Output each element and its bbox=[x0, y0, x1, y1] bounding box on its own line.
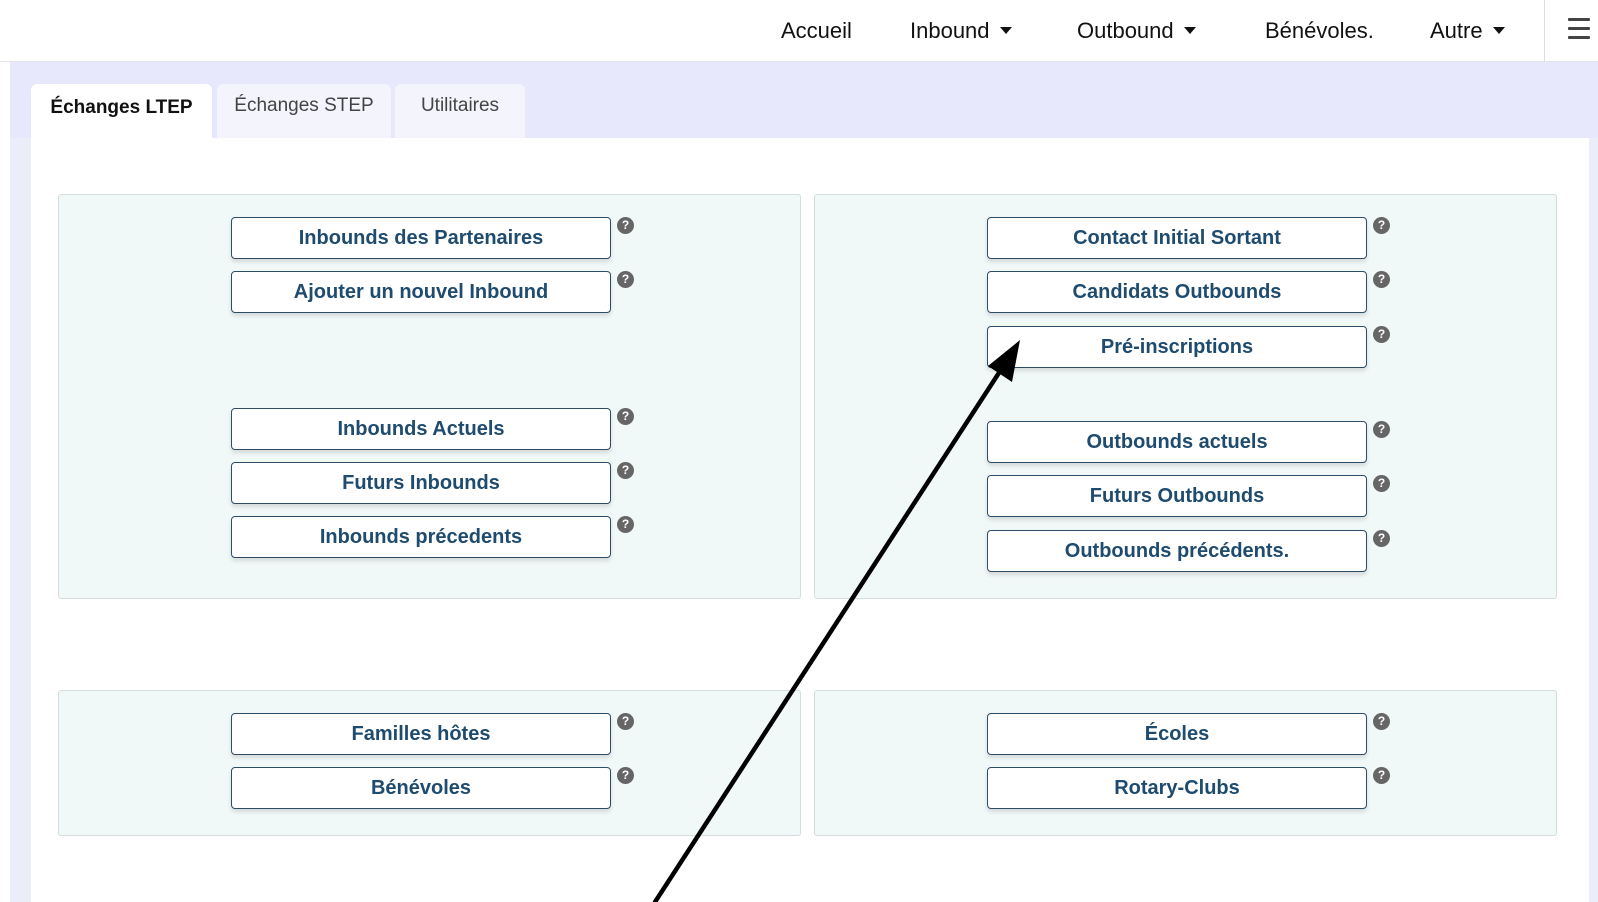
nav-benevoles-label: Bénévoles. bbox=[1265, 18, 1374, 43]
panel-clubs: Écoles ? Rotary-Clubs ? bbox=[814, 690, 1557, 836]
button-contact-initial-sortant[interactable]: Contact Initial Sortant bbox=[987, 217, 1367, 259]
button-benevoles[interactable]: Bénévoles bbox=[231, 767, 611, 809]
tab-echanges-step[interactable]: Échanges STEP bbox=[217, 84, 391, 138]
help-icon[interactable]: ? bbox=[1373, 767, 1390, 784]
help-icon[interactable]: ? bbox=[617, 408, 634, 425]
panel-hosts: Familles hôtes ? Bénévoles ? bbox=[58, 690, 801, 836]
button-inbounds-precedents[interactable]: Inbounds précedents bbox=[231, 516, 611, 558]
button-outbounds-precedents[interactable]: Outbounds précédents. bbox=[987, 530, 1367, 572]
nav-benevoles[interactable]: Bénévoles. bbox=[1265, 16, 1374, 46]
nav-inbound-label: Inbound bbox=[910, 18, 990, 43]
button-futurs-outbounds[interactable]: Futurs Outbounds bbox=[987, 475, 1367, 517]
help-icon[interactable]: ? bbox=[617, 516, 634, 533]
button-familles-hotes[interactable]: Familles hôtes bbox=[231, 713, 611, 755]
help-icon[interactable]: ? bbox=[1373, 326, 1390, 343]
nav-autre-label: Autre bbox=[1430, 18, 1483, 43]
nav-autre-dropdown[interactable]: Autre bbox=[1430, 16, 1505, 46]
help-icon[interactable]: ? bbox=[1373, 217, 1390, 234]
help-icon[interactable]: ? bbox=[617, 462, 634, 479]
top-navbar: Accueil Inbound Outbound Bénévoles. Autr… bbox=[0, 0, 1598, 62]
help-icon[interactable]: ? bbox=[1373, 530, 1390, 547]
help-icon[interactable]: ? bbox=[617, 713, 634, 730]
help-icon[interactable]: ? bbox=[1373, 421, 1390, 438]
button-rotary-clubs[interactable]: Rotary-Clubs bbox=[987, 767, 1367, 809]
main-content: Inbounds des Partenaires ? Ajouter un no… bbox=[31, 138, 1589, 902]
hamburger-icon[interactable] bbox=[1568, 18, 1590, 42]
button-pre-inscriptions[interactable]: Pré-inscriptions bbox=[987, 326, 1367, 368]
button-inbounds-actuels[interactable]: Inbounds Actuels bbox=[231, 408, 611, 450]
nav-accueil[interactable]: Accueil bbox=[781, 16, 852, 46]
help-icon[interactable]: ? bbox=[617, 767, 634, 784]
help-icon[interactable]: ? bbox=[1373, 713, 1390, 730]
tab-echanges-ltep[interactable]: Échanges LTEP bbox=[31, 84, 212, 138]
nav-outbound-label: Outbound bbox=[1077, 18, 1174, 43]
button-candidats-outbounds[interactable]: Candidats Outbounds bbox=[987, 271, 1367, 313]
panel-inbound: Inbounds des Partenaires ? Ajouter un no… bbox=[58, 194, 801, 599]
tab-utilitaires[interactable]: Utilitaires bbox=[395, 84, 525, 138]
nav-outbound-dropdown[interactable]: Outbound bbox=[1077, 16, 1196, 46]
help-icon[interactable]: ? bbox=[1373, 271, 1390, 288]
caret-down-icon bbox=[1492, 27, 1505, 35]
panel-outbound: Contact Initial Sortant ? Candidats Outb… bbox=[814, 194, 1557, 599]
caret-down-icon bbox=[1183, 27, 1196, 35]
button-outbounds-actuels[interactable]: Outbounds actuels bbox=[987, 421, 1367, 463]
button-futurs-inbounds[interactable]: Futurs Inbounds bbox=[231, 462, 611, 504]
help-icon[interactable]: ? bbox=[617, 217, 634, 234]
button-ajouter-inbound[interactable]: Ajouter un nouvel Inbound bbox=[231, 271, 611, 313]
button-ecoles[interactable]: Écoles bbox=[987, 713, 1367, 755]
caret-down-icon bbox=[999, 27, 1012, 35]
nav-accueil-label: Accueil bbox=[781, 18, 852, 43]
help-icon[interactable]: ? bbox=[617, 271, 634, 288]
nav-inbound-dropdown[interactable]: Inbound bbox=[910, 16, 1012, 46]
help-icon[interactable]: ? bbox=[1373, 475, 1390, 492]
button-inbounds-partenaires[interactable]: Inbounds des Partenaires bbox=[231, 217, 611, 259]
nav-divider bbox=[1544, 0, 1545, 62]
